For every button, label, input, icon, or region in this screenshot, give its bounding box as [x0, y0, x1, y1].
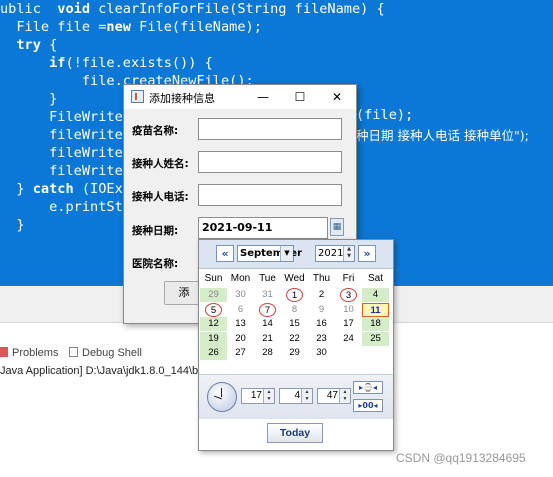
code-fragment-1: (file); — [356, 107, 414, 123]
calendar-day[interactable]: 10 — [335, 303, 362, 317]
code-fragment-2: 种日期 接种人电话 接种单位"); — [356, 128, 529, 143]
calendar-day[interactable]: 7 — [259, 302, 276, 317]
recipient-name-field[interactable] — [198, 151, 342, 173]
code-line: try { — [16, 37, 58, 53]
weekday-thu: Thu — [312, 273, 331, 284]
calendar-day[interactable]: 28 — [254, 346, 281, 360]
recipient-phone-field[interactable] — [198, 184, 342, 206]
time-panel: 17 ▲ ▼ 4 ▲ ▼ 47 ▲ ▼ ▸⌚◂ ▸00◂ — [199, 374, 393, 419]
calendar-day[interactable]: 31 — [254, 288, 281, 302]
date-picker-popup: « September ▼ 2021 ▲ ▼ » Sun Mon Tue Wed Thu F… — [198, 239, 394, 451]
calendar-day[interactable]: 17 — [335, 317, 362, 331]
calendar-day[interactable]: 18 — [362, 317, 389, 331]
calendar-day[interactable]: 14 — [254, 317, 281, 331]
calendar-day[interactable]: 13 — [227, 317, 254, 331]
minute-value: 4 — [294, 390, 300, 401]
weekday-mon: Mon — [230, 273, 251, 284]
watermark: CSDN @qq1913284695 — [396, 451, 526, 465]
month-select[interactable]: September ▼ — [237, 245, 302, 262]
console-output-line: Java Application] D:\Java\jdk1.8.0_144\b… — [0, 365, 207, 377]
code-line: File file =new File(fileName); — [0, 19, 262, 35]
spin-arrows-icon[interactable]: ▲ ▼ — [343, 246, 354, 261]
maximize-button[interactable]: ☐ — [289, 87, 311, 107]
problems-icon — [0, 347, 8, 357]
minimize-button[interactable]: — — [252, 87, 274, 107]
dialog-titlebar[interactable]: 添加接种信息 — ☐ ✕ — [124, 85, 356, 109]
chevron-down-icon[interactable]: ▼ — [280, 246, 293, 261]
vaccination-date-field[interactable]: 2021-09-11 — [198, 217, 328, 239]
calendar-day[interactable]: 19 — [200, 331, 227, 346]
calendar-header: « September ▼ 2021 ▲ ▼ » — [199, 240, 393, 269]
debug-shell-icon — [69, 347, 78, 357]
calendar-day[interactable]: 12 — [200, 317, 227, 331]
recipient-phone-label: 接种人电话: — [132, 191, 189, 203]
tab-problems[interactable]: Problems — [12, 347, 58, 359]
spin-arrows-icon[interactable]: ▲ ▼ — [339, 389, 350, 403]
weekday-header: Sun Mon Tue Wed Thu Fri Sat — [199, 273, 393, 287]
hour-spinner[interactable]: 17 ▲ ▼ — [241, 388, 275, 404]
minute-spinner[interactable]: 4 ▲ ▼ — [279, 388, 313, 404]
calendar-day[interactable]: 25 — [362, 331, 389, 346]
spin-arrows-icon[interactable]: ▲ ▼ — [263, 389, 274, 403]
calendar-day[interactable]: 23 — [308, 332, 335, 346]
calendar-day[interactable]: 26 — [200, 346, 227, 360]
second-value: 47 — [326, 390, 338, 401]
year-spinner[interactable]: 2021 ▲ ▼ — [315, 245, 355, 262]
calendar-icon[interactable]: ▦ — [330, 218, 344, 236]
calendar-day[interactable]: 5 — [205, 302, 222, 317]
code-line: if(!file.exists()) { — [49, 55, 213, 71]
weekday-fri: Fri — [342, 273, 355, 284]
calendar-day[interactable]: 21 — [254, 332, 281, 346]
calendar-day[interactable]: 22 — [281, 332, 308, 346]
year-value: 2021 — [318, 248, 344, 259]
reset-time-button[interactable]: ▸⌚◂ — [353, 381, 383, 394]
close-button[interactable]: ✕ — [326, 87, 348, 107]
calendar-day[interactable]: 11 — [362, 302, 389, 317]
weekday-wed: Wed — [284, 273, 305, 284]
calendar-day[interactable]: 29 — [281, 346, 308, 360]
hospital-name-label: 医院名称: — [132, 258, 179, 270]
clock-icon — [207, 382, 237, 412]
vaccine-name-label: 疫苗名称: — [132, 125, 179, 137]
next-month-button[interactable]: » — [358, 245, 376, 262]
weekday-sat: Sat — [367, 273, 383, 284]
zero-time-button[interactable]: ▸00◂ — [353, 399, 383, 412]
calendar-day[interactable]: 30 — [308, 346, 335, 360]
calendar-day[interactable]: 2 — [308, 288, 335, 302]
today-button[interactable]: Today — [267, 423, 323, 443]
code-line: ublic void clearInfoForFile(String fileN… — [0, 1, 385, 17]
second-spinner[interactable]: 47 ▲ ▼ — [317, 388, 351, 404]
vaccination-date-label: 接种日期: — [132, 225, 179, 237]
calendar-day[interactable]: 24 — [335, 332, 362, 346]
calendar-day[interactable]: 9 — [308, 303, 335, 317]
calendar-day[interactable]: 30 — [227, 288, 254, 302]
tab-debug-shell[interactable]: Debug Shell — [82, 347, 142, 359]
calendar-day[interactable]: 29 — [200, 288, 227, 302]
weekday-sun: Sun — [204, 273, 223, 284]
calendar-day[interactable]: 20 — [227, 332, 254, 346]
calendar-day[interactable]: 6 — [227, 303, 254, 317]
calendar-day[interactable]: 3 — [340, 288, 357, 302]
recipient-name-label: 接种人姓名: — [132, 158, 189, 170]
vaccine-name-field[interactable] — [198, 118, 342, 140]
java-app-icon — [131, 90, 144, 103]
hour-value: 17 — [250, 390, 262, 401]
prev-month-button[interactable]: « — [216, 245, 234, 262]
calendar-day[interactable]: 4 — [362, 288, 389, 302]
calendar-day[interactable]: 27 — [227, 346, 254, 360]
weekday-tue: Tue — [259, 273, 276, 284]
calendar-day[interactable]: 1 — [286, 288, 303, 302]
spin-arrows-icon[interactable]: ▲ ▼ — [301, 389, 312, 403]
calendar-day[interactable]: 16 — [308, 317, 335, 331]
dialog-title: 添加接种信息 — [149, 93, 215, 105]
calendar-day[interactable]: 8 — [281, 303, 308, 317]
calendar-day[interactable]: 15 — [281, 317, 308, 331]
